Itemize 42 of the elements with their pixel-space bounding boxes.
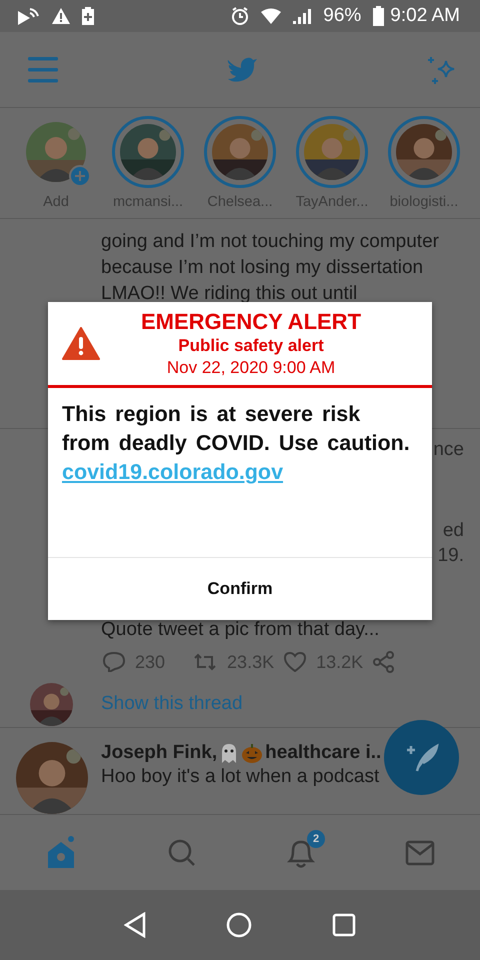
warning-icon	[52, 8, 70, 24]
warning-icon	[62, 327, 100, 360]
alert-title: EMERGENCY ALERT	[140, 308, 362, 334]
heart-icon[interactable]	[284, 652, 306, 672]
notifications-tab[interactable]: 2	[275, 828, 327, 878]
tweet-text-line: going and I’m not touching my computer	[100, 230, 440, 254]
confirm-button[interactable]: Confirm	[48, 558, 432, 620]
tweet-text-fragment: 19.	[438, 544, 464, 568]
alert-date: Nov 22, 2020 9:00 AM	[166, 356, 336, 378]
tweet-text: Quote tweet a pic from that day...	[100, 618, 380, 642]
alert-message: This region is at severe risk from deadly COVID. Use caution.	[62, 401, 411, 457]
cast-icon	[18, 7, 40, 25]
tweet-text-fragment: nce	[433, 438, 464, 462]
pumpkin-icon	[241, 742, 264, 764]
home-button[interactable]	[226, 912, 252, 938]
signal-icon	[293, 8, 312, 24]
battery-icon	[373, 6, 384, 26]
tweet-text-line: because I’m not losing my dissertation	[100, 256, 424, 280]
battery-level: 96%	[323, 5, 362, 27]
author-name: Joseph Fink,	[101, 742, 218, 764]
clock: 9:02 AM	[390, 5, 460, 27]
tweet-text: Hoo boy it's a lot when a podcast	[101, 765, 380, 790]
reply-icon[interactable]	[103, 652, 125, 672]
quill-plus-icon	[404, 742, 438, 772]
home-icon	[45, 836, 77, 870]
alert-link[interactable]: covid19.colorado.gov	[62, 460, 284, 484]
alert-subtitle: Public safety alert	[178, 334, 324, 356]
bird-logo-icon	[227, 56, 257, 82]
author-handle-text: healthcare i..	[265, 742, 382, 764]
search-icon	[167, 838, 197, 868]
back-button[interactable]	[124, 912, 146, 938]
tweet-text-line: LMAO!! We riding this out until	[100, 282, 358, 306]
wifi-icon	[261, 8, 282, 24]
notification-badge: 2	[307, 830, 325, 848]
tweet-text-fragment: ed	[442, 519, 464, 544]
share-icon[interactable]	[373, 651, 396, 674]
retweet-icon[interactable]	[193, 653, 218, 672]
alarm-icon	[231, 7, 250, 25]
battery-plus-icon	[82, 7, 94, 25]
menu-icon[interactable]	[28, 56, 58, 82]
mail-icon	[405, 840, 435, 866]
recents-button[interactable]	[332, 913, 356, 937]
